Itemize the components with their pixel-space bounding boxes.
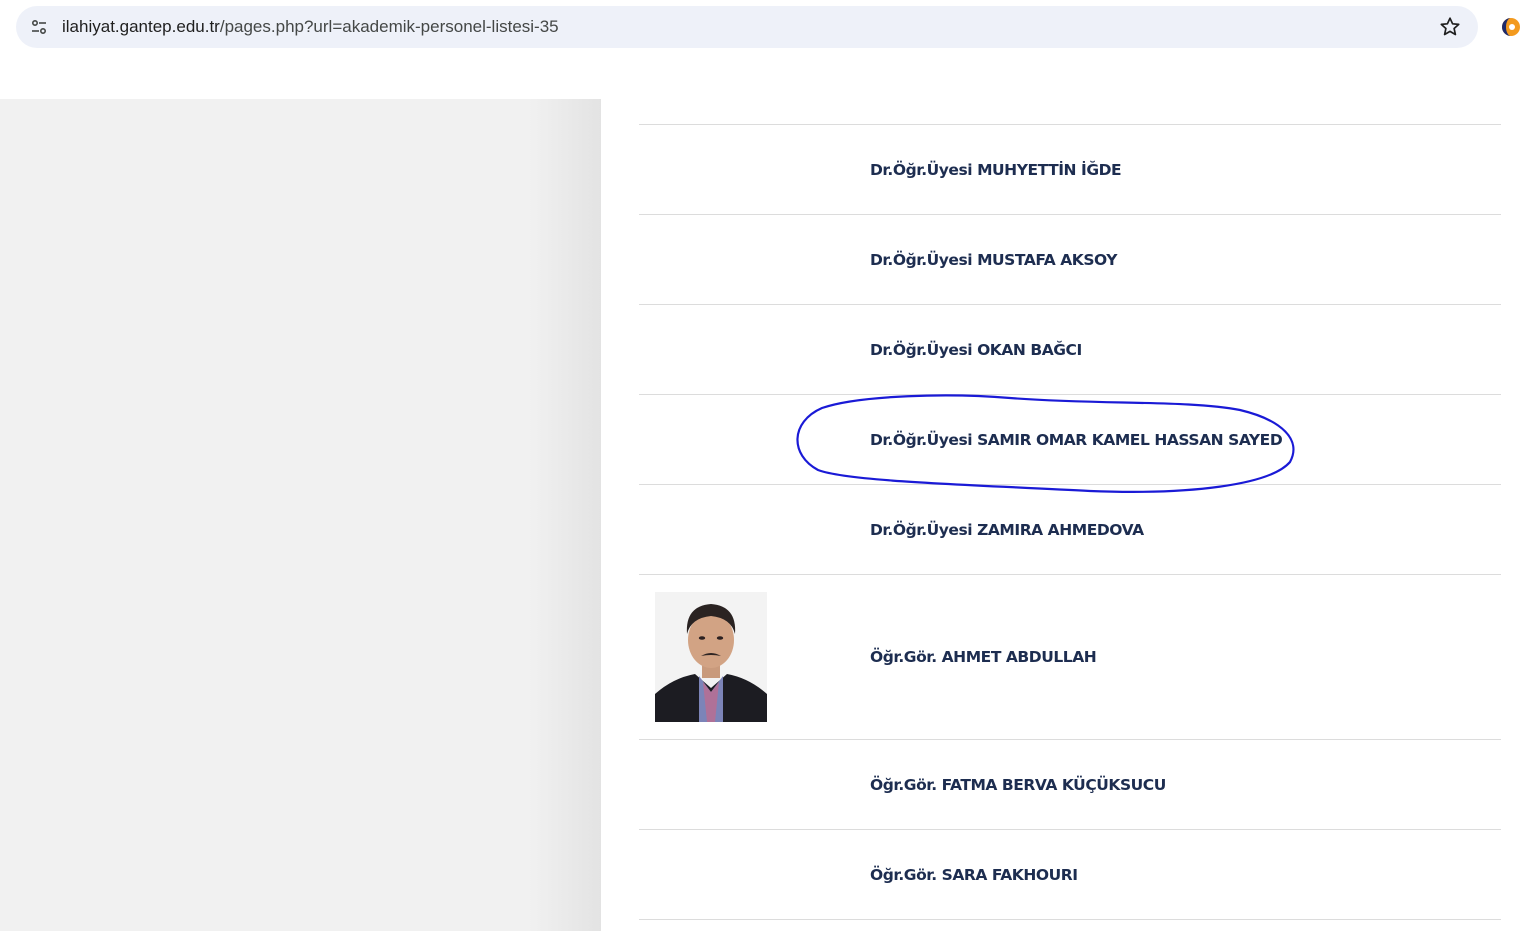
staff-row: Öğr.Gör. SARA FAKHOURI	[639, 829, 1501, 920]
staff-row: Dr.Öğr.Üyesi OKAN BAĞCI	[639, 304, 1501, 394]
url-text[interactable]: ilahiyat.gantep.edu.tr/pages.php?url=aka…	[62, 6, 559, 48]
address-bar[interactable]: ilahiyat.gantep.edu.tr/pages.php?url=aka…	[16, 6, 1478, 48]
staff-row: Dr.Öğr.Üyesi MUHYETTİN İĞDE	[639, 124, 1501, 214]
staff-row: Öğr.Gör. FATMA BERVA KÜÇÜKSUCU	[639, 739, 1501, 829]
staff-row: Öğr.Gör. AHMET ABDULLAH	[639, 574, 1501, 739]
staff-photo[interactable]	[655, 592, 767, 722]
url-host: ilahiyat.gantep.edu.tr	[62, 17, 220, 36]
staff-name-link[interactable]: Öğr.Gör. SARA FAKHOURI	[870, 830, 1078, 919]
extension-icon[interactable]	[1500, 16, 1522, 38]
tune-icon[interactable]	[26, 14, 52, 40]
staff-name-link[interactable]: Dr.Öğr.Üyesi SAMIR OMAR KAMEL HASSAN SAY…	[870, 395, 1283, 484]
staff-row: Dr.Öğr.Üyesi SAMIR OMAR KAMEL HASSAN SAY…	[639, 394, 1501, 484]
staff-name-link[interactable]: Öğr.Gör. AHMET ABDULLAH	[870, 575, 1097, 739]
staff-row: Dr.Öğr.Üyesi ZAMIRA AHMEDOVA	[639, 484, 1501, 574]
staff-name-link[interactable]: Dr.Öğr.Üyesi MUSTAFA AKSOY	[870, 215, 1117, 304]
staff-row: Dr.Öğr.Üyesi MUSTAFA AKSOY	[639, 214, 1501, 304]
staff-list: Dr.Öğr.Üyesi MUHYETTİN İĞDE Dr.Öğr.Üyesi…	[639, 124, 1501, 920]
staff-name-link[interactable]: Dr.Öğr.Üyesi OKAN BAĞCI	[870, 305, 1082, 394]
browser-toolbar: ilahiyat.gantep.edu.tr/pages.php?url=aka…	[0, 0, 1535, 99]
staff-name-link[interactable]: Dr.Öğr.Üyesi MUHYETTİN İĞDE	[870, 125, 1122, 214]
star-icon[interactable]	[1438, 15, 1462, 39]
left-sidebar-background	[0, 99, 601, 931]
staff-name-link[interactable]: Dr.Öğr.Üyesi ZAMIRA AHMEDOVA	[870, 485, 1144, 574]
url-path: /pages.php?url=akademik-personel-listesi…	[219, 17, 559, 36]
staff-name-link[interactable]: Öğr.Gör. FATMA BERVA KÜÇÜKSUCU	[870, 740, 1166, 829]
